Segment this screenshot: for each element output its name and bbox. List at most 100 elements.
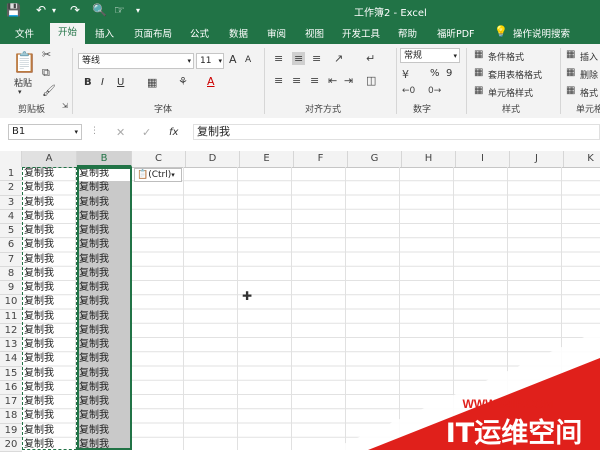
align-middle-icon[interactable]: ≡ [292,52,306,65]
cell-a[interactable]: 复制我 [22,281,77,295]
row-header[interactable]: 14 [0,352,22,367]
column-header-g[interactable]: G [348,151,402,167]
bold-button[interactable]: B [84,77,92,88]
currency-icon[interactable]: ¥ [402,68,409,81]
cell-b[interactable]: 复制我 [77,437,132,450]
cell-b[interactable]: 复制我 [77,181,132,196]
paste-button[interactable]: 粘贴 [14,76,32,89]
name-box[interactable]: B1 ▾ [8,124,82,140]
italic-button[interactable]: I [101,77,104,88]
row-header[interactable]: 17 [0,395,22,410]
row-header[interactable]: 15 [0,366,22,381]
tab-developer[interactable]: 开发工具 [342,26,380,40]
cell-a[interactable]: 复制我 [22,253,77,267]
undo-dropdown-icon[interactable]: ▾ [52,6,56,15]
cell-a[interactable]: 复制我 [22,238,77,252]
cell-a[interactable]: 复制我 [22,295,77,309]
cell-b[interactable]: 复制我 [77,423,132,438]
tell-me-search[interactable]: 操作说明搜索 [513,26,570,40]
cell-a[interactable]: 复制我 [22,367,77,381]
cell-a[interactable]: 复制我 [22,409,77,423]
column-header-b[interactable]: B [77,151,132,167]
percent-button[interactable]: % [430,68,440,79]
paste-icon[interactable]: 📋 [12,50,37,74]
cell-b[interactable]: 复制我 [77,266,132,281]
format-painter-icon[interactable]: 🖌 [42,84,56,97]
format-as-table-button[interactable]: 套用表格格式 [488,68,542,81]
row-header[interactable]: 18 [0,409,22,424]
redo-icon[interactable]: ↷ [70,3,80,17]
cell-b[interactable]: 复制我 [77,295,132,310]
insert-function-button[interactable]: fx [169,127,178,138]
number-format-select[interactable]: 常规 ▾ [400,48,460,63]
increase-indent-icon[interactable]: ⇥ [344,74,353,87]
print-preview-icon[interactable]: 🔍 [92,3,107,17]
grow-font-button[interactable]: A [229,53,237,66]
undo-icon[interactable]: ↶ [36,3,46,17]
cell-a[interactable]: 复制我 [22,210,77,224]
cell-a[interactable]: 复制我 [22,267,77,281]
cut-icon[interactable]: ✂ [42,48,51,61]
row-header[interactable]: 1 [0,167,22,182]
formula-input[interactable]: 复制我 [193,124,600,140]
paste-dropdown-icon[interactable]: ▾ [18,88,22,96]
cancel-icon[interactable]: ✕ [116,126,125,139]
tab-data[interactable]: 数据 [229,26,248,40]
row-header[interactable]: 13 [0,338,22,353]
cell-b[interactable]: 复制我 [77,195,132,210]
tab-insert[interactable]: 插入 [95,26,114,40]
cell-a[interactable]: 复制我 [22,438,77,450]
align-right-icon[interactable]: ≡ [310,74,319,87]
cell-b[interactable]: 复制我 [77,252,132,267]
tab-page-layout[interactable]: 页面布局 [134,26,172,40]
tab-formulas[interactable]: 公式 [190,26,209,40]
clipboard-launcher-icon[interactable]: ⇲ [62,102,68,110]
cell-a[interactable]: 复制我 [22,424,77,438]
cell-b[interactable]: 复制我 [77,309,132,324]
row-header[interactable]: 12 [0,323,22,338]
tab-view[interactable]: 视图 [305,26,324,40]
column-header-e[interactable]: E [240,151,294,167]
select-all-button[interactable] [0,151,22,167]
tab-file[interactable]: 文件 [15,26,34,40]
enter-icon[interactable]: ✓ [142,126,151,139]
tab-foxit-pdf[interactable]: 福昕PDF [437,26,475,40]
cell-styles-button[interactable]: 单元格样式 [488,86,533,99]
row-header[interactable]: 6 [0,238,22,253]
paste-options-button[interactable]: 📋(Ctrl)▾ [134,168,182,182]
align-top-icon[interactable]: ≡ [274,52,283,65]
column-header-a[interactable]: A [22,151,77,167]
cell-b[interactable]: 复制我 [77,409,132,424]
column-header-f[interactable]: F [294,151,348,167]
tab-review[interactable]: 审阅 [267,26,286,40]
borders-icon[interactable]: ▦ [147,76,157,89]
row-header[interactable]: 7 [0,252,22,267]
cell-a[interactable]: 复制我 [22,395,77,409]
row-header[interactable]: 16 [0,380,22,395]
column-header-d[interactable]: D [186,151,240,167]
underline-button[interactable]: U [117,77,124,88]
cell-a[interactable]: 复制我 [22,338,77,352]
format-cells-button[interactable]: 格式 [580,86,598,99]
shrink-font-button[interactable]: A [245,55,251,65]
cell-b[interactable]: 复制我 [77,281,132,296]
row-header[interactable]: 4 [0,209,22,224]
cell-a[interactable]: 复制我 [22,381,77,395]
row-header[interactable]: 9 [0,281,22,296]
row-header[interactable]: 11 [0,309,22,324]
cell-b[interactable]: 复制我 [77,167,132,182]
cell-b[interactable]: 复制我 [77,366,132,381]
cell-b[interactable]: 复制我 [77,380,132,395]
delete-cells-button[interactable]: 删除 [580,68,598,81]
tab-home[interactable]: 开始 [50,23,86,44]
touch-mode-icon[interactable]: ☞ [114,3,125,17]
comma-style-button[interactable]: 9 [446,68,452,79]
font-size-select[interactable]: 11 ▾ [196,53,224,69]
cell-b[interactable]: 复制我 [77,395,132,410]
row-header[interactable]: 10 [0,295,22,310]
column-header-j[interactable]: J [510,151,564,167]
conditional-formatting-button[interactable]: 条件格式 [488,50,524,63]
row-header[interactable]: 8 [0,266,22,281]
merge-center-icon[interactable]: ◫ [366,74,376,87]
wrap-text-icon[interactable]: ↵ [366,52,375,65]
